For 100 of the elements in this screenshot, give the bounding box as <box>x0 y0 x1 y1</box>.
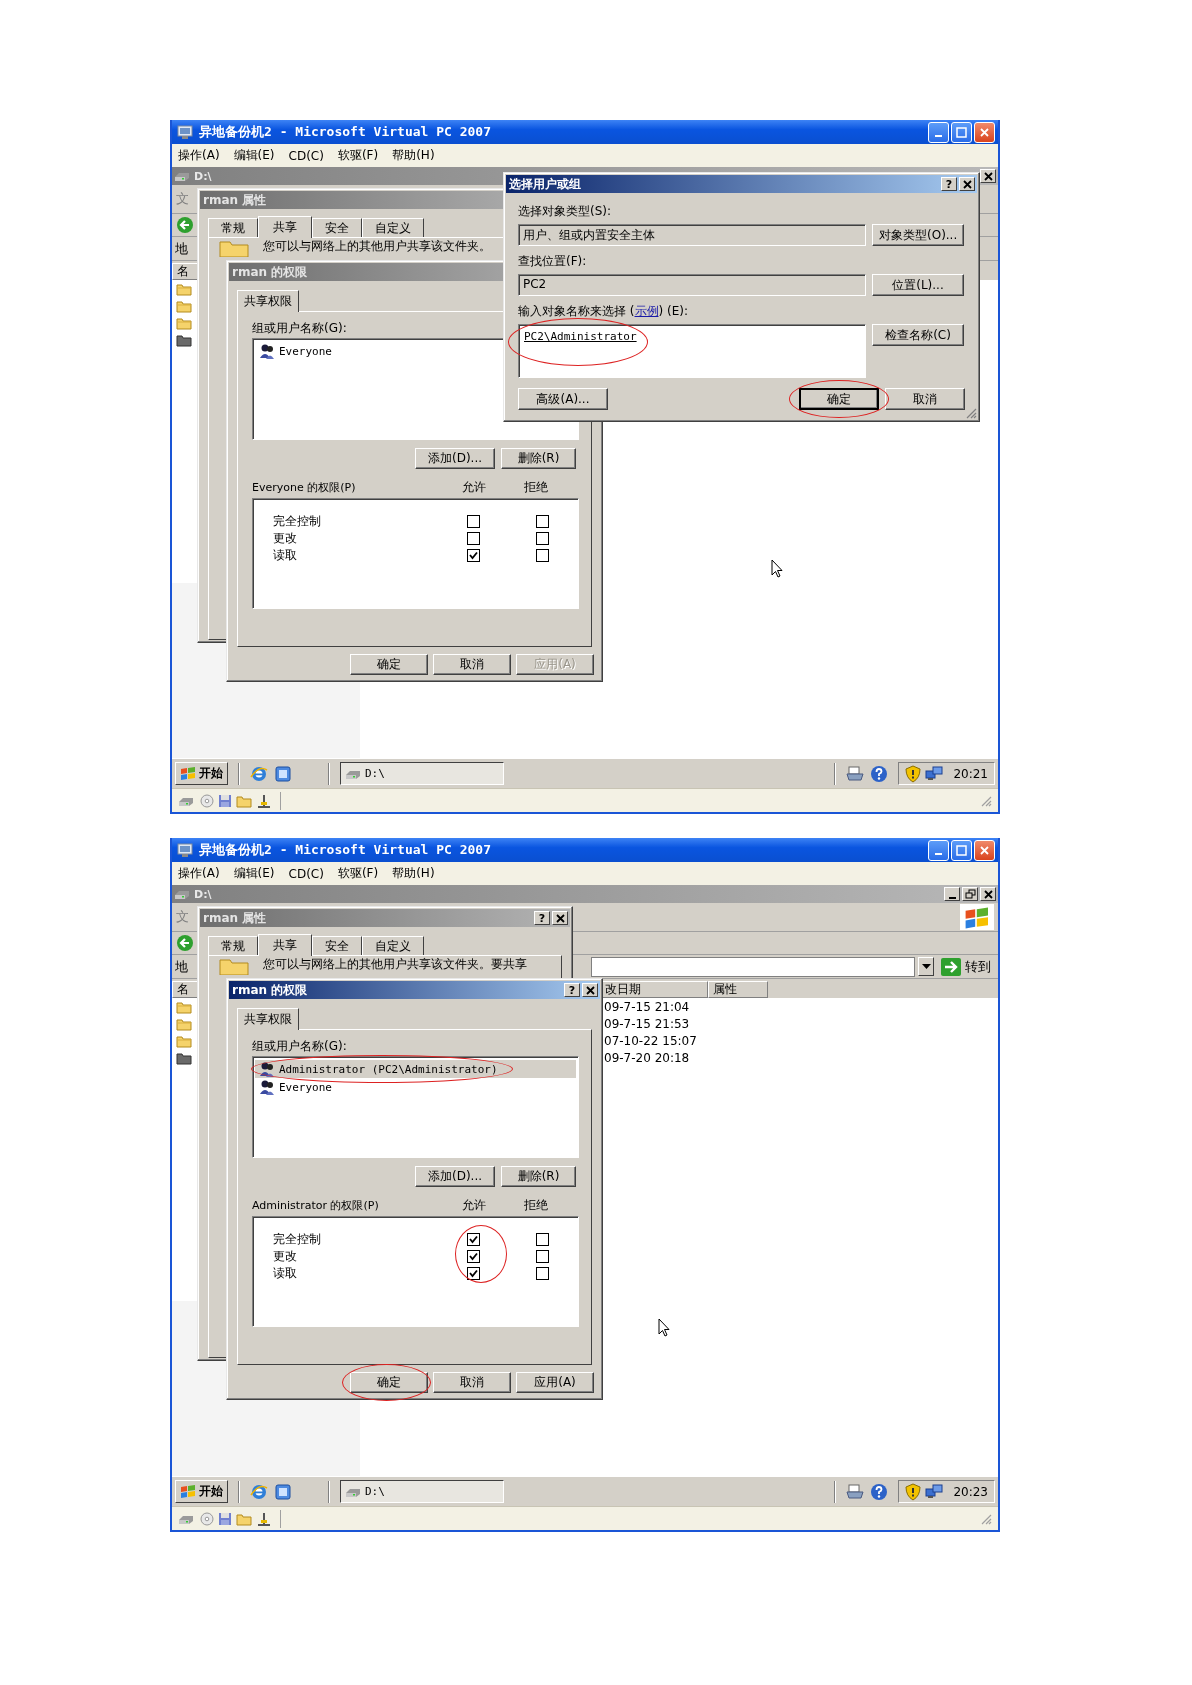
network-icon[interactable] <box>925 1483 944 1500</box>
input-field[interactable]: PC2\Administrator <box>518 324 866 378</box>
checkbox[interactable] <box>467 549 480 562</box>
printer-icon[interactable] <box>846 1482 865 1501</box>
browser-icon[interactable] <box>250 764 268 783</box>
users-icon <box>259 1061 275 1077</box>
menu-item[interactable]: 操作(A) <box>178 147 220 164</box>
dialog-button[interactable]: 确定 <box>350 654 428 675</box>
column-header[interactable]: 改日期 <box>602 981 708 998</box>
menu-item[interactable]: CD(C) <box>288 866 324 881</box>
add-button[interactable]: 添加(D)... <box>415 1166 495 1187</box>
examples-link[interactable]: 示例 <box>634 304 659 318</box>
column-header[interactable]: 属性 <box>708 981 768 998</box>
permission-name: 完全控制 <box>273 513 322 530</box>
checkbox[interactable] <box>467 1250 480 1263</box>
checkbox[interactable] <box>467 515 480 528</box>
close-button[interactable] <box>959 177 975 191</box>
dialog-button[interactable]: 取消 <box>433 1372 511 1393</box>
resize-grip-icon[interactable] <box>980 794 992 807</box>
tab[interactable]: 常规 <box>208 218 258 237</box>
caret-icon <box>921 963 931 970</box>
menu-item[interactable]: 帮助(H) <box>392 147 435 164</box>
checkbox[interactable] <box>536 532 549 545</box>
help-button[interactable]: ? <box>564 983 580 997</box>
locations-button[interactable]: 位置(L)... <box>872 274 964 296</box>
checkbox[interactable] <box>467 1233 480 1246</box>
remove-button[interactable]: 删除(R) <box>501 1166 576 1187</box>
dropdown-button[interactable] <box>918 957 934 976</box>
users-icon <box>259 1079 275 1095</box>
add-button[interactable]: 添加(D)... <box>415 448 495 469</box>
start-button[interactable]: 开始 <box>175 762 228 785</box>
close-button[interactable] <box>980 169 996 183</box>
help-icon[interactable] <box>870 1482 889 1501</box>
desktop-icon[interactable] <box>274 1482 292 1501</box>
tab[interactable]: 常规 <box>208 936 258 955</box>
flag-logo-icon <box>180 766 196 781</box>
menu-item[interactable]: 软驱(F) <box>337 865 379 882</box>
remove-button[interactable]: 删除(R) <box>501 448 576 469</box>
browser-icon[interactable] <box>250 1482 268 1501</box>
address-field[interactable] <box>591 956 915 977</box>
tab[interactable]: 自定义 <box>362 936 424 955</box>
advanced-button[interactable]: 高级(A)... <box>518 388 608 410</box>
taskbar-button[interactable]: D:\ <box>340 762 504 785</box>
close-button[interactable] <box>582 983 598 997</box>
address-label: 地 <box>175 239 188 258</box>
restore-button[interactable] <box>962 887 978 901</box>
dialog-button[interactable]: 确定 <box>799 388 879 410</box>
list-item[interactable]: Administrator (PC2\Administrator) <box>255 1060 576 1078</box>
start-button[interactable]: 开始 <box>175 1480 228 1503</box>
object-types-button[interactable]: 对象类型(O)... <box>872 224 964 246</box>
checkbox[interactable] <box>536 1267 549 1280</box>
help-button[interactable]: ? <box>941 177 957 191</box>
go-button[interactable]: 转到 <box>937 957 995 976</box>
maximize-button[interactable] <box>951 839 972 861</box>
help-icon[interactable] <box>870 764 889 783</box>
check-names-button[interactable]: 检查名称(C) <box>872 324 964 346</box>
back-icon[interactable] <box>176 216 194 234</box>
checkbox[interactable] <box>536 1233 549 1246</box>
checkbox[interactable] <box>467 1267 480 1280</box>
close-button[interactable] <box>552 911 568 925</box>
minimize-button[interactable] <box>944 887 960 901</box>
tab[interactable]: 共享权限 <box>237 290 299 312</box>
menu-item[interactable]: 编辑(E) <box>233 147 275 164</box>
dialog-button[interactable]: 取消 <box>885 388 965 410</box>
window-title: D:\ <box>194 887 212 901</box>
close-button[interactable] <box>980 887 996 901</box>
checkbox[interactable] <box>467 532 480 545</box>
menu-item[interactable]: CD(C) <box>288 148 324 163</box>
help-button[interactable]: ? <box>534 911 550 925</box>
menu-item[interactable]: 编辑(E) <box>233 865 275 882</box>
dialog-button[interactable]: 应用(A) <box>516 1372 594 1393</box>
taskbar-button[interactable]: D:\ <box>340 1480 504 1503</box>
clock: 20:21 <box>953 766 988 781</box>
table-cell: 07-10-22 15:07 <box>604 1033 697 1048</box>
desktop-icon[interactable] <box>274 764 292 783</box>
dialog-button[interactable]: 取消 <box>433 654 511 675</box>
network-icon[interactable] <box>925 765 944 782</box>
permission-name: 读取 <box>273 547 298 564</box>
resize-grip-icon[interactable] <box>965 407 977 419</box>
checkbox[interactable] <box>536 549 549 562</box>
menu-item[interactable]: 操作(A) <box>178 865 220 882</box>
resize-grip-icon[interactable] <box>980 1512 992 1525</box>
checkbox[interactable] <box>536 1250 549 1263</box>
window-title: 异地备份机2 - Microsoft Virtual PC 2007 <box>199 123 491 141</box>
maximize-button[interactable] <box>951 121 972 143</box>
back-icon[interactable] <box>176 934 194 952</box>
dialog-button[interactable]: 确定 <box>350 1372 428 1393</box>
tab[interactable]: 共享 <box>258 934 312 956</box>
tab[interactable]: 共享 <box>258 216 312 238</box>
shield-icon[interactable] <box>905 764 922 783</box>
menu-item[interactable]: 软驱(F) <box>337 147 379 164</box>
tab[interactable]: 自定义 <box>362 218 424 237</box>
window-title: rman 的权限 <box>232 981 308 999</box>
menu-item[interactable]: 帮助(H) <box>392 865 435 882</box>
tab[interactable]: 安全 <box>312 218 362 237</box>
shield-icon[interactable] <box>905 1482 922 1501</box>
tab[interactable]: 安全 <box>312 936 362 955</box>
printer-icon[interactable] <box>846 764 865 783</box>
checkbox[interactable] <box>536 515 549 528</box>
tab[interactable]: 共享权限 <box>237 1008 299 1030</box>
